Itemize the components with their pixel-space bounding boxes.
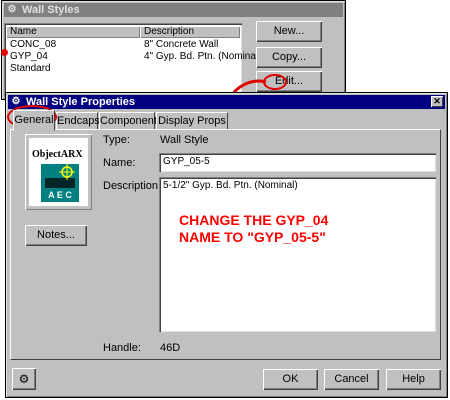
- help-icon-button[interactable]: ⚙: [12, 368, 36, 390]
- wall-style-properties-window: ⚙ Wall Style Properties ✕ General Endcap…: [5, 92, 448, 398]
- handle-label: Handle:: [103, 342, 141, 354]
- list-item[interactable]: GYP_04: [10, 51, 48, 63]
- logo-text: ObjectARX: [32, 149, 83, 160]
- ok-button[interactable]: OK: [263, 369, 318, 390]
- style-name: CONC_08: [10, 39, 57, 50]
- style-name: GYP_04: [10, 51, 48, 62]
- tab-display-props[interactable]: Display Props: [156, 112, 228, 129]
- annotation-line-2: NAME TO "GYP_05-5": [179, 229, 326, 245]
- tab-components[interactable]: Components: [99, 112, 162, 129]
- name-label: Name:: [103, 157, 136, 169]
- selection-marker-dot: [1, 49, 8, 56]
- type-value: Wall Style: [160, 134, 209, 146]
- style-name: Standard: [10, 63, 51, 74]
- description-field-value: 5-1/2" Gyp. Bd. Ptn. (Nominal): [163, 180, 298, 191]
- help-button[interactable]: Help: [386, 369, 441, 390]
- description-label: Description:: [103, 180, 162, 192]
- column-header-name[interactable]: Name: [6, 26, 140, 38]
- copy-button[interactable]: Copy...: [256, 47, 322, 68]
- style-description: 4" Gyp. Bd. Ptn. (Nominal): [144, 51, 262, 62]
- wall-styles-title: Wall Styles: [22, 4, 80, 16]
- toolbox-icon: ⚙: [18, 372, 30, 386]
- type-label: Type:: [103, 134, 130, 146]
- list-item[interactable]: 8" Concrete Wall: [144, 39, 218, 51]
- properties-titlebar: ⚙ Wall Style Properties ✕: [8, 95, 445, 109]
- notes-button[interactable]: Notes...: [25, 225, 87, 246]
- name-field-value: GYP_05-5: [163, 156, 210, 167]
- wall-styles-list[interactable]: Name Description CONC_08 8" Concrete Wal…: [4, 23, 261, 97]
- name-field[interactable]: GYP_05-5: [159, 153, 436, 172]
- wall-styles-titlebar: ⚙ Wall Styles: [4, 3, 343, 17]
- wall-styles-window: ⚙ Wall Styles Name Description CONC_08 8…: [1, 0, 346, 100]
- tab-general[interactable]: General: [13, 110, 55, 131]
- list-item[interactable]: Standard: [10, 63, 51, 75]
- annotation-line-1: CHANGE THE GYP_04: [179, 212, 329, 228]
- tab-endcaps[interactable]: Endcaps: [56, 112, 100, 129]
- description-field[interactable]: 5-1/2" Gyp. Bd. Ptn. (Nominal) CHANGE TH…: [159, 177, 436, 332]
- list-item[interactable]: 4" Gyp. Bd. Ptn. (Nominal): [144, 51, 261, 63]
- objectarx-logo: ObjectARX A E C: [25, 134, 92, 210]
- list-item[interactable]: CONC_08: [10, 39, 56, 51]
- style-description: 8" Concrete Wall: [144, 39, 219, 50]
- new-button[interactable]: New...: [256, 21, 322, 42]
- handle-value: 46D: [160, 342, 181, 354]
- column-header-description[interactable]: Description: [140, 26, 240, 38]
- logo-subtext: A E C: [48, 190, 72, 200]
- app-icon: ⚙: [7, 4, 17, 15]
- tab-panel: General Endcaps Components Display Props…: [10, 110, 441, 360]
- cancel-button[interactable]: Cancel: [324, 369, 379, 390]
- close-icon[interactable]: ✕: [431, 96, 443, 107]
